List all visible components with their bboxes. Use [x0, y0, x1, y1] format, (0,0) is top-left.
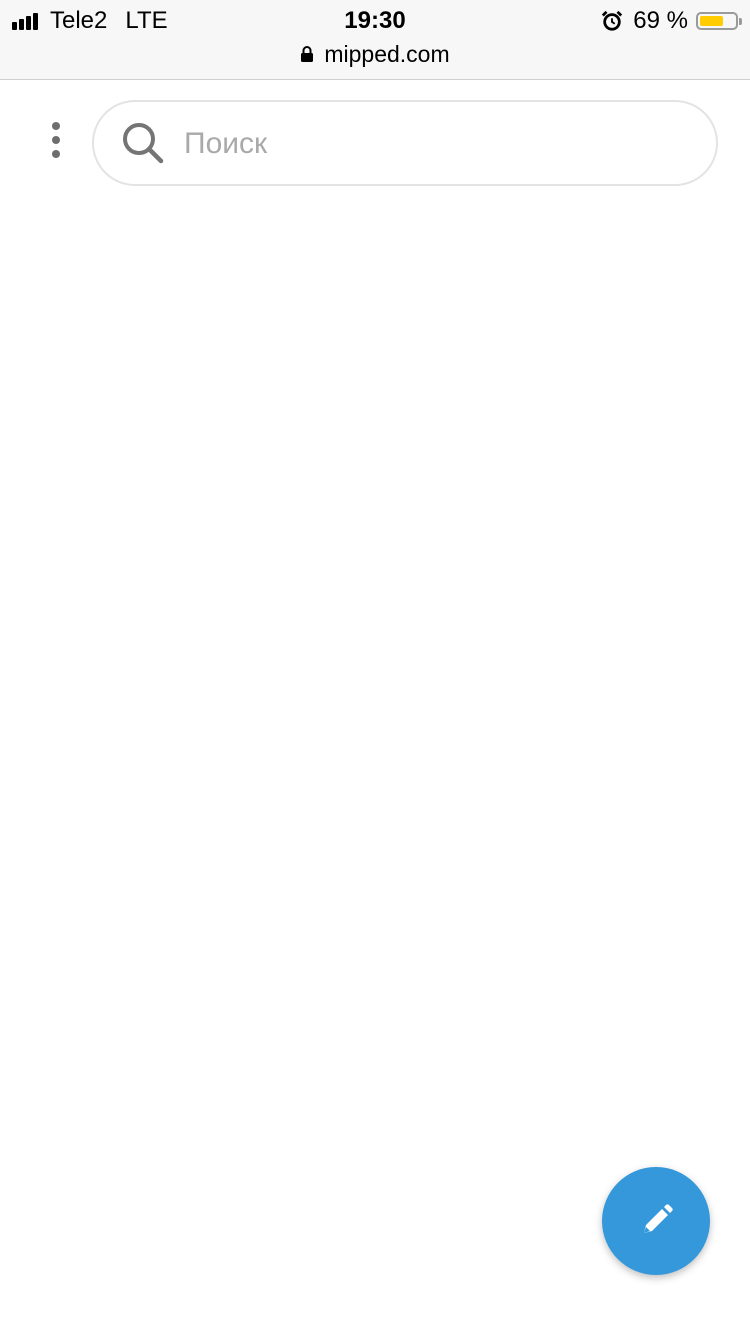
battery-icon [696, 12, 742, 30]
search-icon [123, 123, 164, 164]
battery-percent: 69 % [633, 7, 688, 34]
screen: Tele2 LTE 19:30 69 % mipped.com [0, 0, 750, 1334]
more-vertical-icon-dot [52, 150, 60, 158]
status-right: 69 % [601, 6, 742, 36]
url-text[interactable]: mipped.com [324, 41, 449, 68]
search-input[interactable] [184, 127, 716, 161]
pencil-icon [644, 1204, 673, 1233]
battery-level [700, 16, 724, 26]
compose-button[interactable] [602, 1167, 710, 1275]
more-vertical-icon-dot [52, 136, 60, 144]
more-vertical-icon [52, 122, 60, 130]
more-options-button[interactable] [36, 112, 76, 168]
alarm-clock-icon [602, 10, 623, 31]
address-bar[interactable]: mipped.com [0, 38, 750, 70]
search-bar[interactable] [92, 100, 718, 186]
lock-icon [301, 46, 314, 62]
battery-tip [739, 18, 742, 25]
browser-chrome: Tele2 LTE 19:30 69 % mipped.com [0, 0, 750, 80]
